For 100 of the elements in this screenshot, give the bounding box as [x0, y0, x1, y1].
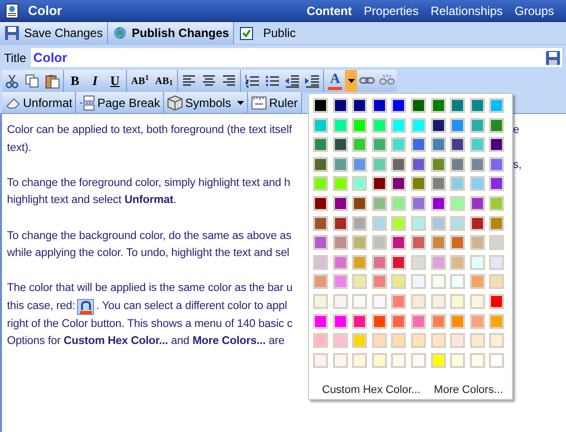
color-swatch[interactable]: [489, 333, 504, 348]
color-swatch[interactable]: [410, 314, 426, 329]
bold-button[interactable]: B: [65, 70, 85, 92]
color-swatch[interactable]: [313, 176, 328, 192]
color-swatch[interactable]: [313, 352, 328, 368]
color-swatch[interactable]: [332, 176, 348, 192]
color-swatch[interactable]: [372, 98, 387, 113]
color-swatch[interactable]: [410, 352, 426, 368]
color-swatch[interactable]: [391, 314, 406, 329]
publish-button[interactable]: Publish Changes: [108, 22, 234, 44]
color-swatch[interactable]: [430, 235, 446, 250]
color-swatch[interactable]: [313, 294, 328, 309]
color-swatch[interactable]: [410, 254, 426, 270]
nav-tab[interactable]: Relationships: [430, 2, 503, 20]
color-swatch[interactable]: [410, 156, 426, 172]
color-swatch[interactable]: [489, 98, 504, 113]
color-swatch[interactable]: [450, 196, 466, 211]
color-swatch[interactable]: [410, 176, 426, 192]
color-swatch[interactable]: [332, 216, 348, 231]
color-swatch[interactable]: [410, 196, 426, 211]
color-swatch[interactable]: [391, 216, 406, 231]
color-swatch[interactable]: [313, 333, 328, 348]
color-swatch[interactable]: [430, 98, 446, 113]
color-swatch[interactable]: [470, 137, 485, 152]
color-swatch[interactable]: [352, 137, 368, 152]
title-field[interactable]: Color: [31, 48, 562, 67]
color-swatch[interactable]: [313, 156, 328, 172]
font-color-button[interactable]: A: [325, 70, 345, 92]
color-swatch[interactable]: [313, 137, 328, 152]
color-swatch[interactable]: [313, 118, 328, 133]
color-swatch[interactable]: [391, 176, 406, 192]
color-swatch[interactable]: [332, 137, 348, 152]
color-swatch[interactable]: [372, 156, 387, 172]
color-swatch[interactable]: [470, 254, 485, 270]
color-swatch[interactable]: [352, 333, 368, 348]
color-swatch[interactable]: [410, 235, 426, 250]
color-swatch[interactable]: [391, 333, 406, 348]
color-swatch[interactable]: [352, 216, 368, 231]
color-swatch[interactable]: [430, 137, 446, 152]
color-swatch[interactable]: [489, 196, 504, 211]
color-swatch[interactable]: [332, 235, 348, 250]
color-swatch[interactable]: [352, 196, 368, 211]
color-swatch[interactable]: [470, 352, 485, 368]
public-checkbox[interactable]: [240, 26, 254, 40]
color-swatch[interactable]: [332, 352, 348, 368]
color-swatch[interactable]: [313, 98, 328, 113]
save-button[interactable]: [545, 50, 561, 66]
color-swatch[interactable]: [391, 137, 406, 152]
color-swatch[interactable]: [352, 254, 368, 270]
color-swatch[interactable]: [450, 235, 466, 250]
color-swatch[interactable]: [430, 294, 446, 309]
nav-tab[interactable]: Groups: [514, 2, 554, 20]
color-swatch[interactable]: [372, 118, 387, 133]
color-swatch[interactable]: [430, 156, 446, 172]
color-swatch[interactable]: [430, 216, 446, 231]
color-swatch[interactable]: [450, 254, 466, 270]
menu-link[interactable]: Custom Hex Color...: [322, 382, 420, 398]
color-swatch[interactable]: [470, 98, 485, 113]
color-swatch[interactable]: [430, 333, 446, 348]
color-swatch[interactable]: [410, 137, 426, 152]
color-swatch[interactable]: [410, 118, 426, 133]
color-swatch[interactable]: [410, 216, 426, 231]
color-swatch[interactable]: [352, 176, 368, 192]
color-swatch[interactable]: [450, 216, 466, 231]
color-swatch[interactable]: [391, 98, 406, 113]
color-swatch[interactable]: [313, 314, 328, 329]
color-swatch[interactable]: [470, 196, 485, 211]
color-swatch[interactable]: [313, 274, 328, 290]
color-swatch[interactable]: [352, 274, 368, 290]
color-swatch[interactable]: [352, 118, 368, 133]
color-swatch[interactable]: [352, 352, 368, 368]
nav-tab[interactable]: Content: [306, 2, 352, 20]
color-swatch[interactable]: [450, 274, 466, 290]
color-swatch[interactable]: [470, 118, 485, 133]
color-swatch[interactable]: [450, 98, 466, 113]
color-swatch[interactable]: [313, 235, 328, 250]
color-swatch[interactable]: [430, 118, 446, 133]
save-button[interactable]: Save Changes: [0, 22, 108, 44]
color-swatch[interactable]: [391, 156, 406, 172]
nav-tab[interactable]: Properties: [364, 2, 419, 20]
color-swatch[interactable]: [372, 333, 387, 348]
color-swatch[interactable]: [489, 235, 504, 250]
color-swatch[interactable]: [410, 274, 426, 290]
dropdown-button[interactable]: [345, 70, 357, 92]
color-swatch[interactable]: [450, 137, 466, 152]
color-swatch[interactable]: [430, 352, 446, 368]
color-swatch[interactable]: [430, 314, 446, 329]
color-swatch[interactable]: [450, 118, 466, 133]
color-swatch[interactable]: [489, 274, 504, 290]
color-swatch[interactable]: [332, 314, 348, 329]
menu-link[interactable]: More Colors...: [434, 382, 503, 398]
color-swatch[interactable]: [410, 333, 426, 348]
color-swatch[interactable]: [450, 294, 466, 309]
color-swatch[interactable]: [372, 137, 387, 152]
color-swatch[interactable]: [372, 352, 387, 368]
color-swatch[interactable]: [430, 196, 446, 211]
color-swatch[interactable]: [489, 176, 504, 192]
color-swatch[interactable]: [332, 156, 348, 172]
color-swatch[interactable]: [313, 196, 328, 211]
ruler-button[interactable]: Ruler: [248, 92, 302, 113]
